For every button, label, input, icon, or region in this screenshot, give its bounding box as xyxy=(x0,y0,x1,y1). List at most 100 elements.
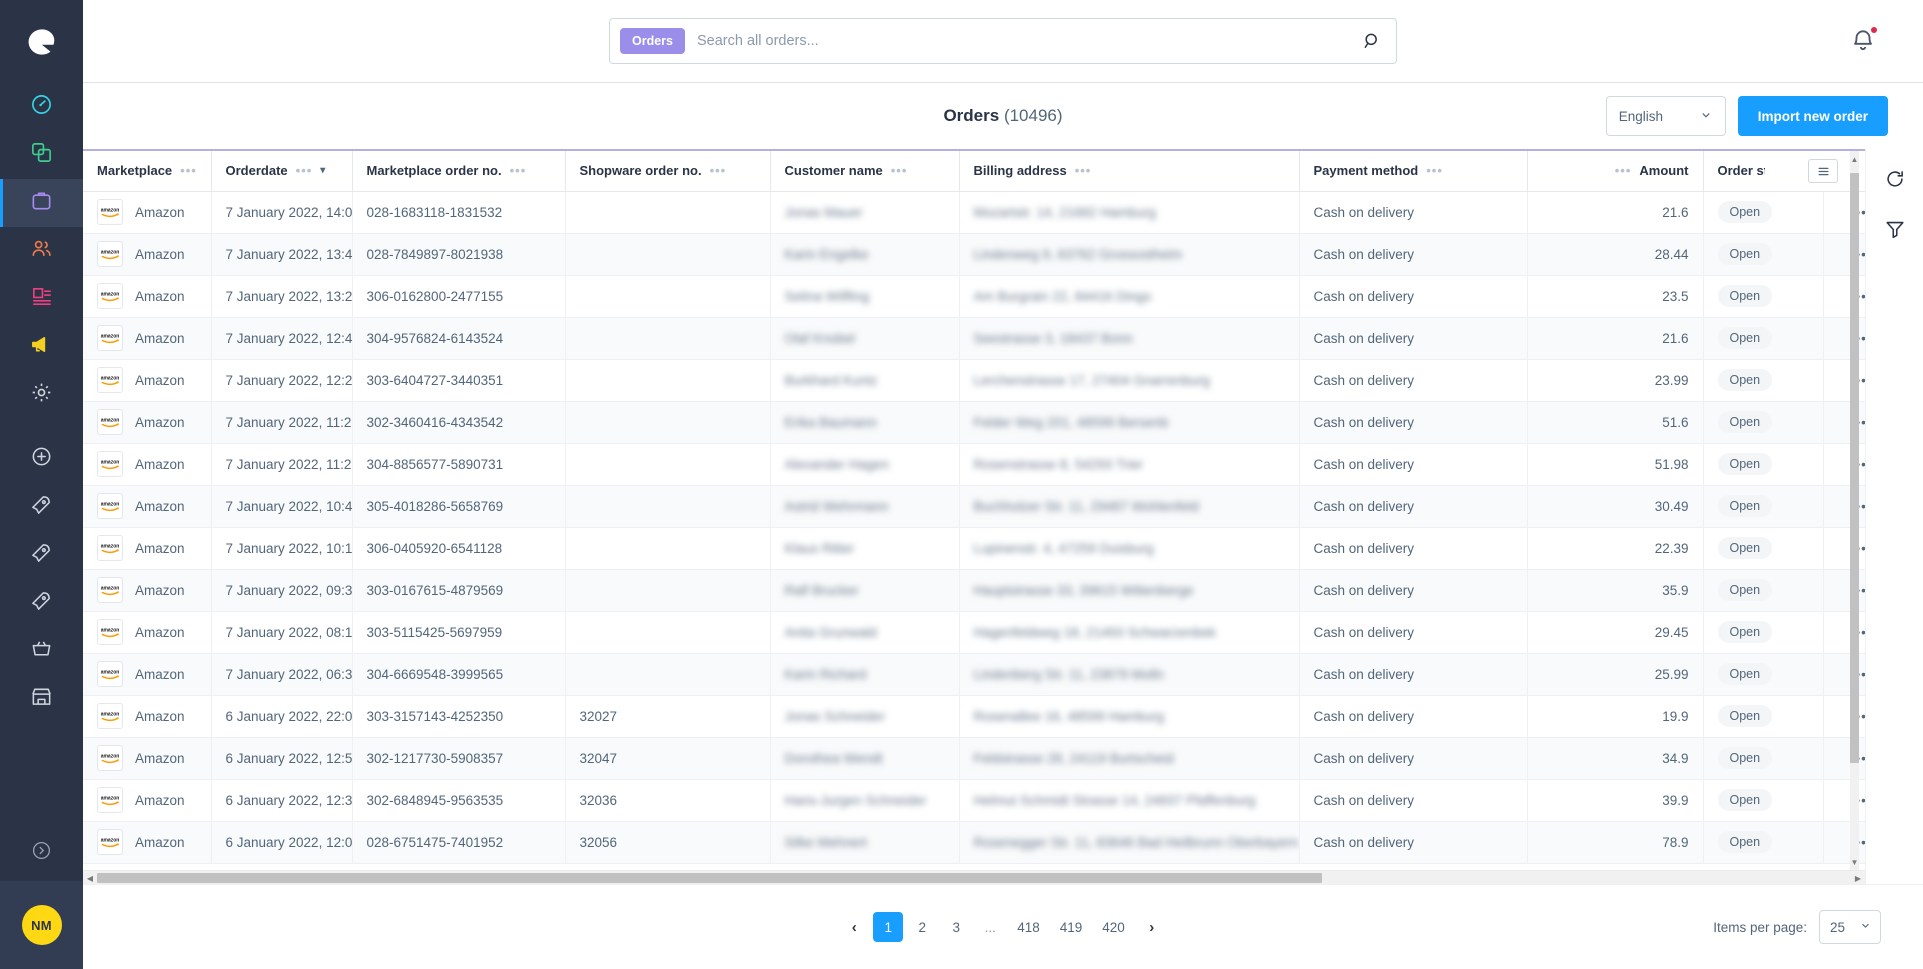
table-row[interactable]: amazon Amazon 7 January 2022, 08:13 303-511… xyxy=(83,611,1865,654)
amazon-logo-icon: amazon xyxy=(97,493,123,519)
column-settings-button[interactable] xyxy=(1803,151,1843,191)
global-search[interactable]: Orders xyxy=(609,18,1397,64)
pagination-next-button[interactable]: › xyxy=(1137,912,1167,942)
sidebar-item-sales-channel-basket[interactable] xyxy=(0,627,83,675)
cell-order_state: Open xyxy=(1703,779,1824,822)
cell-amount: 29.45 xyxy=(1527,611,1704,654)
status-badge: Open xyxy=(1717,621,1773,643)
app-logo[interactable] xyxy=(0,0,83,83)
vertical-scroll-thumb[interactable] xyxy=(1850,173,1859,763)
table-row[interactable]: amazon Amazon 7 January 2022, 10:42 305-401… xyxy=(83,485,1865,528)
table-row[interactable]: amazon Amazon 7 January 2022, 13:42 028-784… xyxy=(83,233,1865,276)
sidebar-item-add-plugin[interactable] xyxy=(0,435,83,483)
scroll-up-icon[interactable]: ▲ xyxy=(1850,153,1859,165)
cell-marketplace_order_no: 305-4018286-5658769 xyxy=(352,485,566,528)
refresh-button[interactable] xyxy=(1881,167,1909,195)
table-row[interactable]: amazon Amazon 6 January 2022, 12:51 302-121… xyxy=(83,737,1865,780)
column-header-label: Marketplace order no. xyxy=(366,163,502,179)
horizontal-scroll-thumb[interactable] xyxy=(97,873,1322,883)
table-row[interactable]: amazon Amazon 6 January 2022, 12:36 302-684… xyxy=(83,779,1865,822)
vertical-scrollbar[interactable]: ▲ ▼ xyxy=(1850,151,1859,870)
notifications-button[interactable] xyxy=(1850,26,1878,57)
customers-people-icon xyxy=(30,237,53,265)
filter-button[interactable] xyxy=(1881,217,1909,245)
items-per-page-select[interactable]: 25 xyxy=(1819,910,1881,944)
column-header-billing_address[interactable]: Billing address ••• xyxy=(959,151,1300,192)
pagination-page-2[interactable]: 2 xyxy=(907,912,937,942)
sidebar-collapse-button[interactable] xyxy=(0,825,83,881)
column-menu-icon[interactable]: ••• xyxy=(510,164,527,177)
column-menu-icon[interactable]: ••• xyxy=(1615,164,1632,177)
sidebar-item-customers[interactable] xyxy=(0,227,83,275)
sidebar-item-catalogues[interactable] xyxy=(0,131,83,179)
pagination-page-419[interactable]: 419 xyxy=(1052,912,1091,942)
column-menu-icon[interactable]: ••• xyxy=(1426,164,1443,177)
scroll-down-icon[interactable]: ▼ xyxy=(1850,856,1859,868)
horizontal-scrollbar[interactable]: ◀ ▶ xyxy=(83,870,1865,884)
cell-marketplace: amazon Amazon xyxy=(83,569,212,612)
sidebar-item-app-one[interactable] xyxy=(0,483,83,531)
bell-icon xyxy=(1850,30,1876,57)
language-select[interactable]: English xyxy=(1605,96,1726,136)
sidebar-item-marketing[interactable] xyxy=(0,323,83,371)
amazon-logo-icon: amazon xyxy=(97,367,123,393)
import-new-order-button[interactable]: Import new order xyxy=(1737,96,1888,136)
cell-orderdate: 7 January 2022, 13:25 xyxy=(211,275,353,318)
column-menu-icon[interactable]: ••• xyxy=(180,164,197,177)
table-row[interactable]: amazon Amazon 6 January 2022, 12:01 028-675… xyxy=(83,821,1865,864)
search-scope-tag[interactable]: Orders xyxy=(620,28,685,54)
sort-chevron-down-icon[interactable]: ▾ xyxy=(320,165,325,176)
table-row[interactable]: amazon Amazon 7 January 2022, 11:22 304-885… xyxy=(83,443,1865,486)
pagination-prev-button[interactable]: ‹ xyxy=(839,912,869,942)
column-header-orderdate[interactable]: Orderdate ••• ▾ xyxy=(211,151,353,192)
cell-payment_method: Cash on delivery xyxy=(1299,779,1528,822)
table-row[interactable]: amazon Amazon 7 January 2022, 12:42 304-957… xyxy=(83,317,1865,360)
notification-badge-dot xyxy=(1870,26,1878,34)
column-header-payment_method[interactable]: Payment method ••• xyxy=(1299,151,1528,192)
sidebar-item-orders[interactable] xyxy=(0,179,83,227)
column-header-marketplace[interactable]: Marketplace ••• xyxy=(83,151,212,192)
sidebar-item-settings[interactable] xyxy=(0,371,83,419)
column-header-amount[interactable]: ••• Amount xyxy=(1527,151,1704,192)
user-avatar-button[interactable]: NM xyxy=(0,881,83,969)
column-header-marketplace_order_no[interactable]: Marketplace order no. ••• xyxy=(352,151,566,192)
page-header: Orders (10496) English Import new order xyxy=(83,83,1923,149)
table-row[interactable]: amazon Amazon 6 January 2022, 22:03 303-315… xyxy=(83,695,1865,738)
column-menu-icon[interactable]: ••• xyxy=(710,164,727,177)
items-per-page-label: Items per page: xyxy=(1713,919,1807,935)
table-row[interactable]: amazon Amazon 7 January 2022, 14:05 028-168… xyxy=(83,191,1865,234)
pagination-page-420[interactable]: 420 xyxy=(1094,912,1133,942)
scroll-right-icon[interactable]: ▶ xyxy=(1851,871,1865,885)
column-menu-icon[interactable]: ••• xyxy=(1075,164,1092,177)
table-row[interactable]: amazon Amazon 7 January 2022, 10:11 306-040… xyxy=(83,527,1865,570)
svg-text:amazon: amazon xyxy=(101,670,120,676)
pagination-page-1[interactable]: 1 xyxy=(873,912,904,942)
marketplace-name: Amazon xyxy=(135,498,185,514)
search-input[interactable] xyxy=(697,33,1362,49)
pagination-page-418[interactable]: 418 xyxy=(1009,912,1048,942)
orders-grid-scroll[interactable]: Marketplace ••• Orderdate ••• ▾ Marketplace o… xyxy=(83,149,1865,870)
cell-marketplace_order_no: 306-0405920-6541128 xyxy=(352,527,566,570)
amazon-logo-icon: amazon xyxy=(97,451,123,477)
cell-billing_address: Hauptstrasse 33, 39615 Wittenberge xyxy=(959,569,1300,612)
sidebar-item-dashboard[interactable] xyxy=(0,83,83,131)
search-icon[interactable] xyxy=(1362,31,1382,51)
column-header-customer_name[interactable]: Customer name ••• xyxy=(770,151,960,192)
sidebar-item-storefront[interactable] xyxy=(0,675,83,723)
shopping-basket-icon xyxy=(30,637,53,665)
column-menu-icon[interactable]: ••• xyxy=(891,164,908,177)
table-row[interactable]: amazon Amazon 7 January 2022, 13:25 306-016… xyxy=(83,275,1865,318)
sidebar-item-content[interactable] xyxy=(0,275,83,323)
table-row[interactable]: amazon Amazon 7 January 2022, 09:30 303-016… xyxy=(83,569,1865,612)
column-menu-icon[interactable]: ••• xyxy=(296,164,313,177)
table-row[interactable]: amazon Amazon 7 January 2022, 12:23 303-640… xyxy=(83,359,1865,402)
cell-customer_name: Dorothea Wendt xyxy=(770,737,960,780)
sidebar-item-app-three[interactable] xyxy=(0,579,83,627)
table-row[interactable]: amazon Amazon 7 January 2022, 11:29 302-346… xyxy=(83,401,1865,444)
column-header-shopware_order_no[interactable]: Shopware order no. ••• xyxy=(565,151,771,192)
table-row[interactable]: amazon Amazon 7 January 2022, 06:30 304-666… xyxy=(83,653,1865,696)
pagination-page-3[interactable]: 3 xyxy=(941,912,971,942)
cell-marketplace: amazon Amazon xyxy=(83,401,212,444)
sidebar-item-app-two[interactable] xyxy=(0,531,83,579)
scroll-left-icon[interactable]: ◀ xyxy=(83,871,97,885)
